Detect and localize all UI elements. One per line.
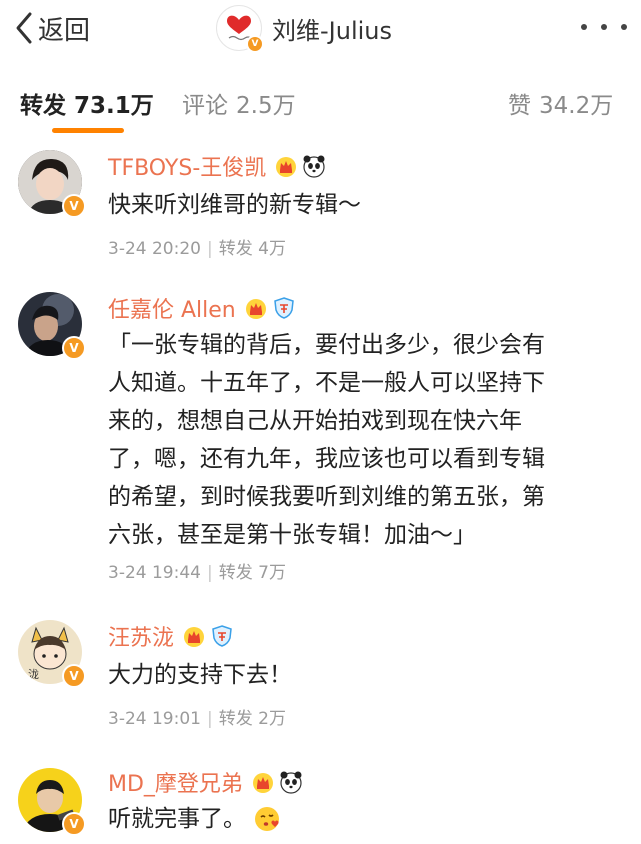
repost-meta: 3-24 19:01 | 转发 2万 [108,704,286,729]
repost-label: 转发 [218,709,253,729]
verified-badge-icon: V [62,336,86,360]
repost-label: 转发 [218,563,253,583]
page-title: 刘维-Julius [272,16,392,45]
tab-label: 评论 [182,93,228,119]
verified-badge-icon: V [246,35,264,53]
repost-text: 听就完事了。 [108,800,620,838]
tab-comments[interactable]: 评论 2.5万 [182,86,296,120]
repost-text: 「一张专辑的背后，要付出多少，很少会有 人知道。十五年了，不是一般人可以坚持下 … [108,326,620,554]
divider: | [206,709,213,729]
kiss-emoji-icon [255,807,279,831]
dot-icon [621,24,627,30]
active-tab-indicator [52,128,124,133]
repost-label: 转发 [218,239,253,259]
text-line: 了，嗯，还有九年，我应该也可以看到专辑 [108,446,545,472]
name-row: TFBOYS-王俊凯 [108,150,326,182]
divider: | [206,239,213,259]
nav-profile[interactable]: V 刘维-Julius [216,4,392,53]
panda-icon [303,155,325,178]
svg-text:泷: 泷 [28,668,39,681]
timestamp: 3-24 19:01 [108,709,201,729]
text-line: 六张，甚至是第十张专辑！加油～」 [108,522,476,548]
shield-icon [273,297,294,319]
list-item[interactable]: V MD_摩登兄弟 听就完事了。 [0,740,641,844]
list-item[interactable]: V 任嘉伦 Allen 「一张专辑的背后，要付出多少，很少会有 人知道。十五年了… [0,274,641,601]
crown-icon [245,299,266,319]
tab-likes[interactable]: 赞 34.2万 [508,86,613,120]
tab-bar: 转发 73.1万 评论 2.5万 赞 34.2万 [0,60,641,137]
tab-count: 2.5万 [236,93,296,119]
username[interactable]: 汪苏泷 [108,620,174,652]
text-line: 来的，想想自己从开始拍戏到现在快六年 [108,408,522,434]
dot-icon [601,24,607,30]
repost-meta: 3-24 19:44 | 转发 7万 [108,558,286,583]
verified-badge-icon: V [62,812,86,836]
crown-icon [184,627,205,647]
text-line: 「一张专辑的背后，要付出多少，很少会有 [108,332,545,358]
username[interactable]: 任嘉伦 Allen [108,292,236,324]
tab-label: 赞 [508,93,531,119]
verified-badge-icon: V [62,664,86,688]
repost-text-content: 听就完事了。 [108,806,246,832]
repost-text: 快来听刘维哥的新专辑～ [108,192,361,218]
repost-meta: 3-24 20:20 | 转发 4万 [108,234,286,259]
repost-count: 2万 [258,709,286,729]
divider: | [206,563,213,583]
repost-text: 大力的支持下去！ [108,662,292,688]
tab-reposts[interactable]: 转发 73.1万 [20,86,154,120]
name-row: MD_摩登兄弟 [108,766,303,798]
tab-count: 34.2万 [539,93,614,119]
repost-count: 7万 [258,563,286,583]
timestamp: 3-24 20:20 [108,239,201,259]
text-line: 的希望，到时候我要听到刘维的第五张，第 [108,484,545,510]
more-options-button[interactable] [581,10,627,44]
back-label: 返回 [38,15,91,46]
list-item[interactable]: V TFBOYS-王俊凯 快来听刘维哥的新专辑～ 3-24 20:20 | 转发 4… [0,136,641,275]
crown-icon [276,157,297,177]
dot-icon [581,24,587,30]
tab-count: 73.1万 [74,93,154,119]
tab-label: 转发 [20,93,66,119]
panda-icon [280,771,302,794]
timestamp: 3-24 19:44 [108,563,201,583]
repost-count: 4万 [258,239,286,259]
name-row: 汪苏泷 [108,620,234,652]
top-nav-bar: 返回 V 刘维-Julius [0,0,641,61]
profile-avatar[interactable]: V [216,5,264,53]
username[interactable]: TFBOYS-王俊凯 [108,150,266,182]
verified-badge-icon: V [62,194,86,218]
crown-icon [252,773,273,793]
back-button[interactable]: 返回 [14,8,90,48]
username[interactable]: MD_摩登兄弟 [108,766,243,798]
text-line: 人知道。十五年了，不是一般人可以坚持下 [108,370,545,396]
list-item[interactable]: 泷 V 汪苏泷 大力的支持下去！ 3-24 19:01 | 转发 2万 [0,600,641,741]
name-row: 任嘉伦 Allen [108,292,296,324]
shield-icon [212,625,232,647]
chevron-left-icon [16,12,32,44]
